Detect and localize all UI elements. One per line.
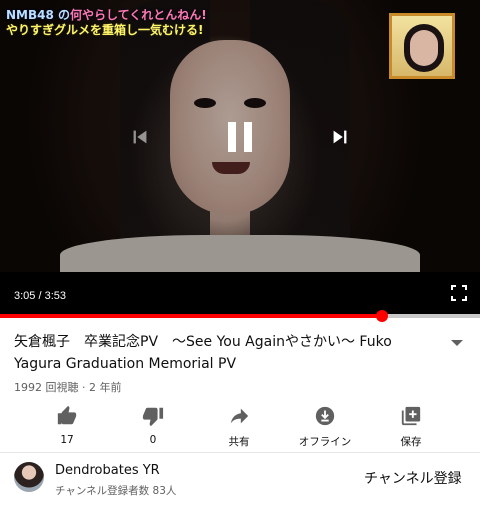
share-button[interactable]: 共有 <box>196 398 282 450</box>
meta-separator: · <box>78 381 89 394</box>
progress-bar[interactable] <box>0 310 480 322</box>
subscribe-button[interactable]: チャンネル登録 <box>364 468 462 488</box>
tv-caption: NMB48 の何やらしてくれとんねん! やりすぎグルメを重箱し一気むける! <box>6 8 207 38</box>
time-separator: / <box>35 290 45 302</box>
expand-description-button[interactable] <box>450 333 466 346</box>
subscriber-count: チャンネル登録者数 83人 <box>55 485 177 497</box>
save-button[interactable]: 保存 <box>368 398 454 450</box>
scrubber-handle[interactable] <box>375 310 388 322</box>
pause-button[interactable] <box>222 117 258 157</box>
fullscreen-icon <box>451 285 467 301</box>
previous-button[interactable] <box>128 125 152 149</box>
channel-name[interactable]: Dendrobates YR <box>55 463 160 478</box>
expand-triangle-icon <box>451 340 463 346</box>
tv-inset-face <box>410 30 438 66</box>
thumbs-up-icon <box>55 404 79 428</box>
progress-fill <box>0 314 382 318</box>
pause-icon <box>228 122 252 152</box>
duration: 3:53 <box>44 290 67 302</box>
current-time: 3:05 <box>14 290 36 302</box>
tv-caption-prefix: NMB48 の <box>6 8 71 22</box>
like-button[interactable]: 17 <box>24 398 110 450</box>
view-count: 1992 回視聴 <box>14 381 79 394</box>
tv-inset-window <box>389 13 455 79</box>
skip-previous-icon <box>133 130 147 144</box>
download-button[interactable]: オフライン <box>282 398 368 450</box>
section-divider <box>0 452 480 453</box>
video-player[interactable]: NMB48 の何やらしてくれとんねん! やりすぎグルメを重箱し一気むける! 3:… <box>0 0 480 314</box>
playlist-add-icon <box>399 404 423 428</box>
tv-caption-highlight: 何やらしてくれとんねん! <box>70 8 207 22</box>
share-icon <box>227 404 251 428</box>
like-count: 17 <box>60 434 74 446</box>
video-title[interactable]: 矢倉楓子 卒業記念PV 〜See You Againやさかい〜 Fuko Yag… <box>14 331 434 375</box>
share-label: 共有 <box>228 436 250 448</box>
download-icon <box>313 404 337 428</box>
save-label: 保存 <box>400 436 422 448</box>
upload-age: 2 年前 <box>89 381 122 394</box>
next-button[interactable] <box>328 125 352 149</box>
channel-avatar[interactable] <box>14 462 44 492</box>
dislike-count: 0 <box>149 434 157 446</box>
fullscreen-button[interactable] <box>451 285 467 301</box>
dislike-button[interactable]: 0 <box>110 398 196 450</box>
download-label: オフライン <box>298 436 352 448</box>
time-display: 3:05 / 3:53 <box>14 290 66 302</box>
action-bar: 17 0 共有 オフライン 保存 <box>0 398 480 450</box>
tv-caption-line2-tail: 重箱し一気むける! <box>102 23 204 37</box>
video-meta: 1992 回視聴 · 2 年前 <box>14 379 122 395</box>
tv-caption-line2: やりすぎグルメを <box>6 23 103 37</box>
skip-next-icon <box>333 130 347 144</box>
thumbs-down-icon <box>141 404 165 428</box>
